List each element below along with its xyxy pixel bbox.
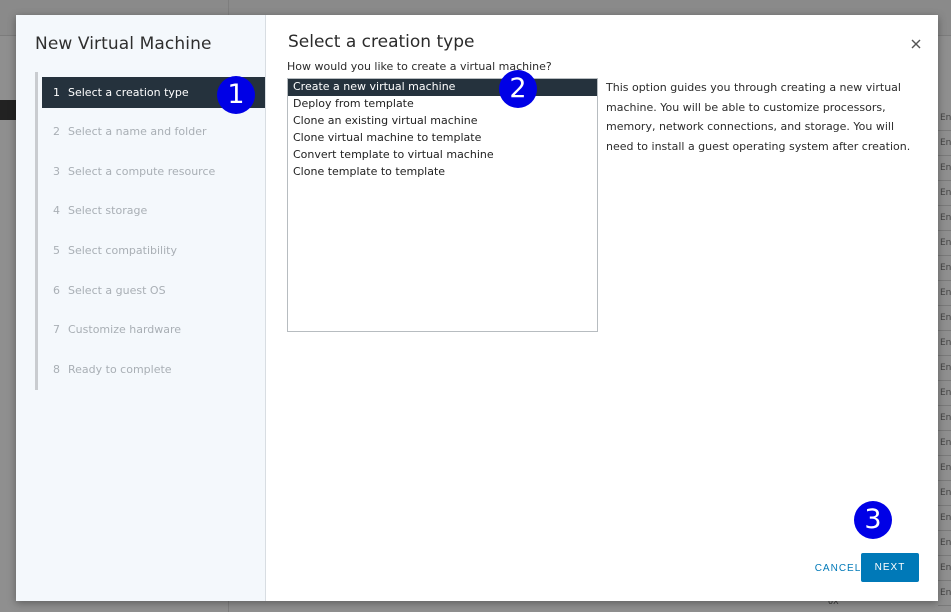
wizard-step-7: 7 Customize hardware: [42, 314, 265, 345]
creation-type-option[interactable]: Deploy from template: [288, 96, 597, 113]
background-table-row: Ena: [938, 481, 951, 506]
page-title: Select a creation type: [288, 32, 475, 52]
background-table-row: Ena: [938, 456, 951, 481]
creation-type-option[interactable]: Clone virtual machine to template: [288, 130, 597, 147]
wizard-step-label: Select storage: [68, 204, 148, 217]
wizard-step-8: 8 Ready to complete: [42, 354, 265, 385]
creation-type-option[interactable]: Create a new virtual machine: [288, 79, 597, 96]
background-table-row: Ena: [938, 381, 951, 406]
wizard-step-number: 8: [53, 363, 60, 376]
creation-type-list[interactable]: Create a new virtual machine Deploy from …: [287, 78, 598, 332]
background-table-row: Ena: [938, 406, 951, 431]
creation-type-description: This option guides you through creating …: [606, 81, 911, 153]
new-vm-dialog: New Virtual Machine 1 Select a creation t…: [16, 15, 938, 601]
wizard-steps: 1 Select a creation type 2 Select a name an…: [35, 72, 266, 390]
creation-type-option[interactable]: Clone an existing virtual machine: [288, 113, 597, 130]
annotation-badge-2: 2: [499, 70, 537, 108]
wizard-step-number: 5: [53, 244, 60, 257]
wizard-step-number: 6: [53, 284, 60, 297]
wizard-step-label: Select a name and folder: [68, 125, 207, 138]
wizard-title: New Virtual Machine: [35, 34, 212, 54]
wizard-step-number: 7: [53, 323, 60, 336]
background-table-row: Ena: [938, 206, 951, 231]
wizard-step-3: 3 Select a compute resource: [42, 156, 265, 187]
wizard-step-label: Select a creation type: [68, 86, 189, 99]
wizard-step-number: 2: [53, 125, 60, 138]
wizard-step-number: 3: [53, 165, 60, 178]
wizard-step-number: 4: [53, 204, 60, 217]
wizard-step-4: 4 Select storage: [42, 195, 265, 226]
creation-type-option[interactable]: Convert template to virtual machine: [288, 147, 597, 164]
annotation-badge-3: 3: [854, 501, 892, 539]
wizard-step-number: 1: [53, 86, 60, 99]
wizard-step-label: Ready to complete: [68, 363, 172, 376]
next-button[interactable]: NEXT: [861, 553, 919, 582]
background-table-row: Ena: [938, 506, 951, 531]
background-table-row: Ena: [938, 106, 951, 131]
wizard-step-6: 6 Select a guest OS: [42, 275, 265, 306]
wizard-step-label: Customize hardware: [68, 323, 182, 336]
annotation-badge-1: 1: [217, 76, 255, 114]
wizard-step-2: 2 Select a name and folder: [42, 116, 265, 147]
background-table-row: Ena: [938, 331, 951, 356]
background-table-row: Ena: [938, 531, 951, 556]
wizard-content: Select a creation type How would you lik…: [266, 15, 938, 601]
wizard-step-label: Select compatibility: [68, 244, 177, 257]
wizard-step-label: Select a guest OS: [68, 284, 166, 297]
creation-type-option[interactable]: Clone template to template: [288, 164, 597, 181]
background-table-row: Ena: [938, 556, 951, 581]
wizard-step-5: 5 Select compatibility: [42, 235, 265, 266]
background-table-row: Ena: [938, 306, 951, 331]
background-table-row: Ena: [938, 281, 951, 306]
background-nav-highlight: [0, 100, 16, 120]
background-table-row: Ena: [938, 256, 951, 281]
background-table-row: Ena: [938, 181, 951, 206]
background-table-row: Ena: [938, 156, 951, 181]
background-table-row: Ena: [938, 581, 951, 606]
background-table-row: Ena: [938, 431, 951, 456]
close-icon[interactable]: [908, 36, 924, 52]
wizard-step-label: Select a compute resource: [68, 165, 216, 178]
background-table: EnaEnaEnaEnaEnaEnaEnaEnaEnaEnaEnaEnaEnaE…: [938, 106, 951, 606]
background-table-row: Ena: [938, 356, 951, 381]
background-table-row: Ena: [938, 231, 951, 256]
background-table-row: Ena: [938, 131, 951, 156]
